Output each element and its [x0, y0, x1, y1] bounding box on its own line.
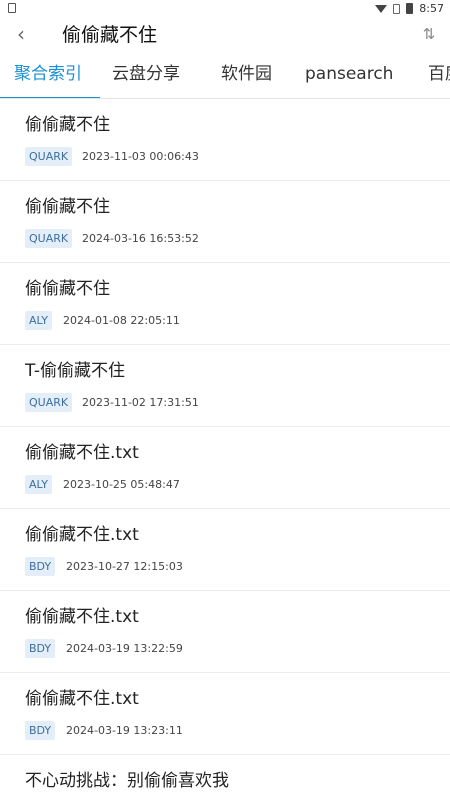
sort-button[interactable]: ⇅	[418, 22, 440, 48]
source-badge: BDY	[25, 639, 56, 658]
source-tabs: 聚合索引 云盘分享 软件园 pansearch 百度	[0, 52, 450, 99]
item-timestamp: 2024-03-19 13:23:11	[66, 724, 183, 737]
status-bar: 8:57	[0, 0, 450, 18]
item-title: T-偷偷藏不住	[25, 361, 125, 381]
item-timestamp: 2023-11-03 00:06:43	[82, 150, 199, 163]
results-list: 偷偷藏不住 QUARK 2023-11-03 00:06:43 偷偷藏不住 QU…	[0, 99, 450, 800]
list-item[interactable]: 偷偷藏不住.txt BDY 2024-03-19 13:22:59	[0, 591, 450, 673]
item-timestamp: 2024-01-08 22:05:11	[63, 314, 180, 327]
source-badge: QUARK	[25, 229, 73, 248]
item-title: 不心动挑战：别偷偷喜欢我	[25, 771, 229, 791]
item-timestamp: 2023-11-02 17:31:51	[82, 396, 199, 409]
wifi-icon	[375, 4, 388, 13]
source-badge: BDY	[25, 721, 56, 740]
tab-software-park[interactable]: 软件园	[221, 60, 272, 88]
item-title: 偷偷藏不住.txt	[25, 525, 139, 545]
item-title: 偷偷藏不住.txt	[25, 607, 139, 627]
battery-icon	[406, 3, 414, 14]
source-badge: QUARK	[25, 147, 73, 166]
list-item[interactable]: 偷偷藏不住.txt BDY 2024-03-19 13:23:11	[0, 673, 450, 755]
list-item[interactable]: 偷偷藏不住 ALY 2024-01-08 22:05:11	[0, 263, 450, 345]
tab-baidu[interactable]: 百度	[428, 60, 450, 88]
source-badge: ALY	[25, 311, 52, 330]
item-timestamp: 2024-03-19 13:22:59	[66, 642, 183, 655]
item-timestamp: 2023-10-25 05:48:47	[63, 478, 180, 491]
sort-arrows-icon: ⇅	[422, 25, 436, 43]
item-title: 偷偷藏不住.txt	[25, 443, 139, 463]
list-item[interactable]: 不心动挑战：别偷偷喜欢我	[0, 755, 450, 800]
status-icons: 8:57	[375, 2, 444, 15]
sim-icon	[393, 3, 401, 14]
tab-pansearch[interactable]: pansearch	[305, 60, 393, 88]
list-item[interactable]: 偷偷藏不住.txt ALY 2023-10-25 05:48:47	[0, 427, 450, 509]
list-item[interactable]: 偷偷藏不住 QUARK 2024-03-16 16:53:52	[0, 181, 450, 263]
item-title: 偷偷藏不住.txt	[25, 689, 139, 709]
source-badge: QUARK	[25, 393, 73, 412]
tab-aggregate-index[interactable]: 聚合索引	[14, 60, 82, 88]
item-timestamp: 2023-10-27 12:15:03	[66, 560, 183, 573]
tab-cloud-share[interactable]: 云盘分享	[112, 60, 180, 88]
notification-icon	[8, 3, 16, 13]
source-badge: ALY	[25, 475, 52, 494]
item-title: 偷偷藏不住	[25, 279, 110, 299]
source-badge: BDY	[25, 557, 56, 576]
status-time: 8:57	[419, 2, 444, 15]
back-button[interactable]: ‹	[10, 22, 32, 48]
item-timestamp: 2024-03-16 16:53:52	[82, 232, 199, 245]
item-title: 偷偷藏不住	[25, 197, 110, 217]
app-bar: ‹ 偷偷藏不住 ⇅	[0, 18, 450, 52]
page-title: 偷偷藏不住	[62, 24, 158, 46]
chevron-left-icon: ‹	[17, 22, 25, 46]
item-title: 偷偷藏不住	[25, 115, 110, 135]
list-item[interactable]: 偷偷藏不住 QUARK 2023-11-03 00:06:43	[0, 99, 450, 181]
list-item[interactable]: T-偷偷藏不住 QUARK 2023-11-02 17:31:51	[0, 345, 450, 427]
list-item[interactable]: 偷偷藏不住.txt BDY 2023-10-27 12:15:03	[0, 509, 450, 591]
